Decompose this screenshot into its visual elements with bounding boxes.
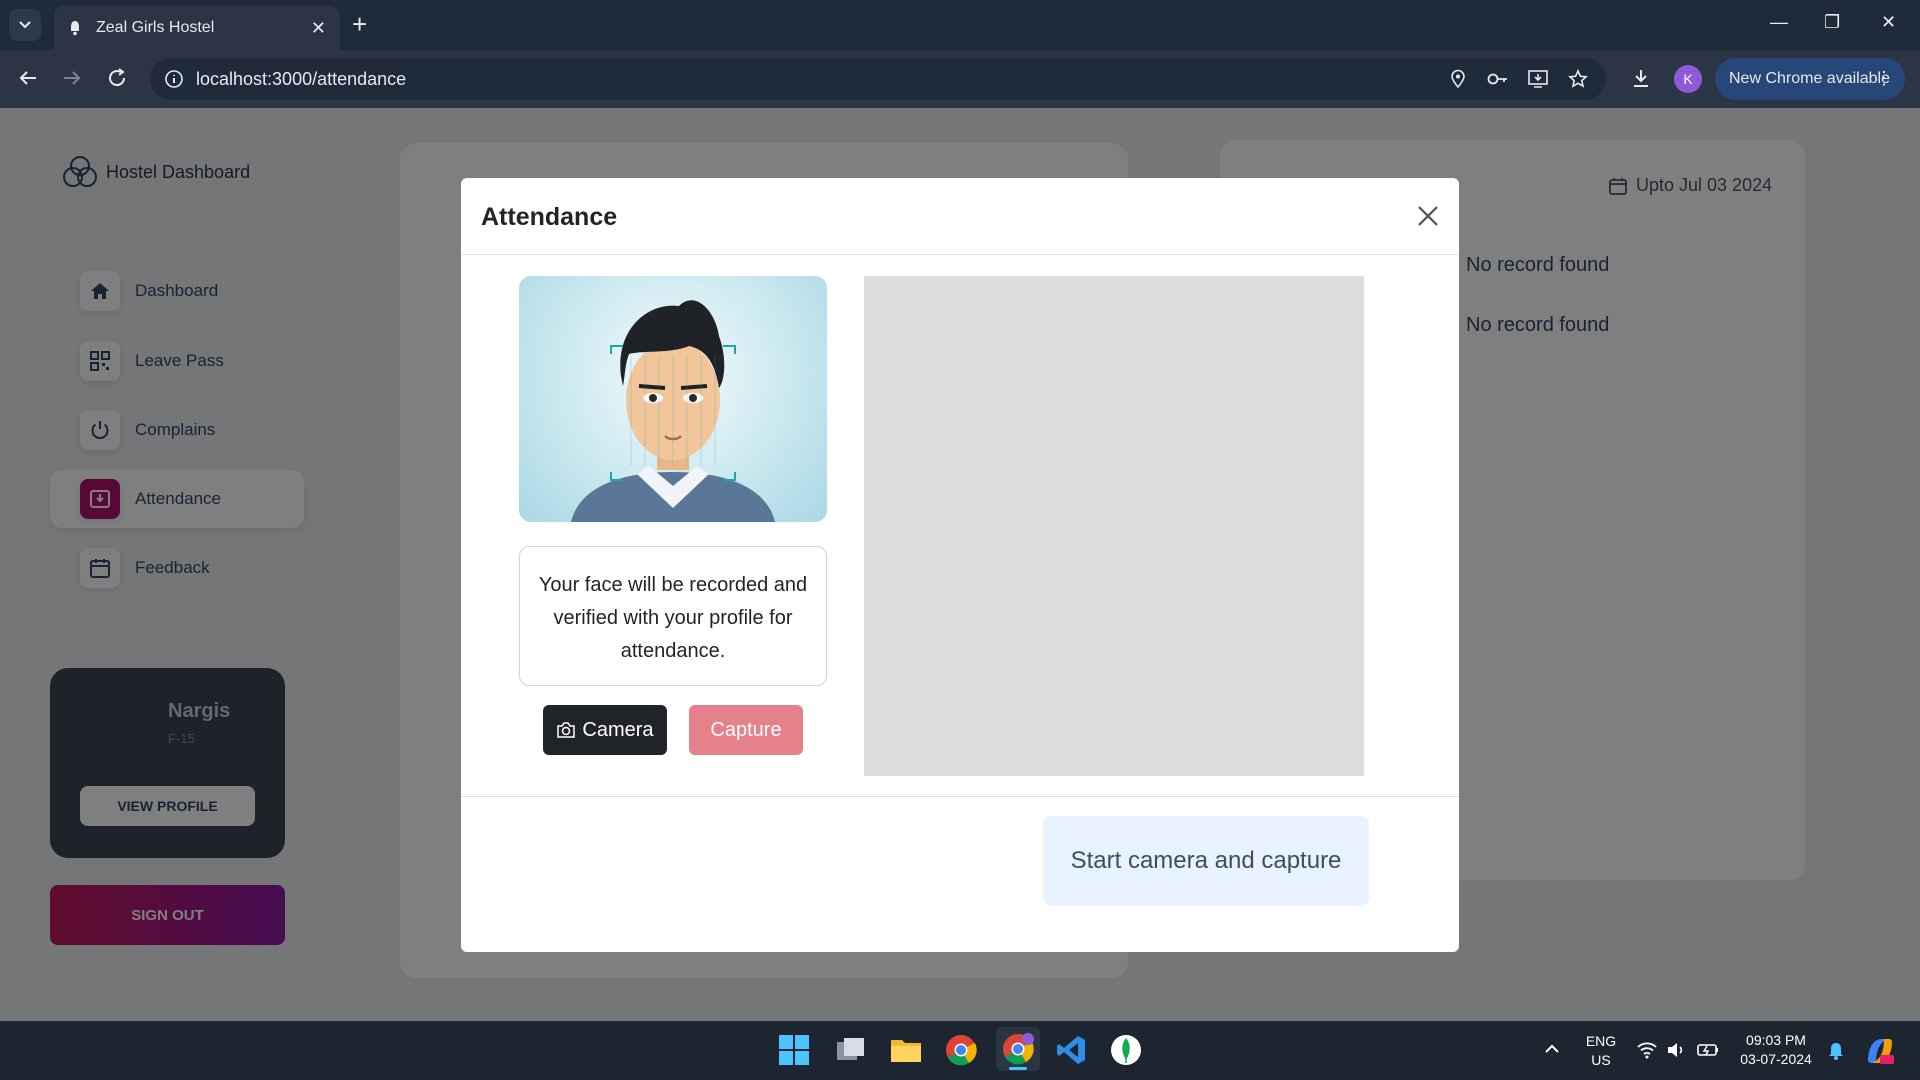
copilot-icon[interactable]: [1864, 1035, 1896, 1067]
wifi-icon[interactable]: [1636, 1041, 1658, 1059]
tab-title: Zeal Girls Hostel: [96, 19, 215, 36]
language-indicator[interactable]: ENG US: [1580, 1032, 1622, 1070]
modal-header: Attendance: [461, 178, 1459, 255]
browser-toolbar: localhost:3000/attendance K New Chrome a…: [0, 50, 1920, 108]
address-bar[interactable]: localhost:3000/attendance: [150, 58, 1606, 100]
back-arrow-icon[interactable]: [16, 66, 40, 90]
new-tab-button[interactable]: +: [352, 10, 367, 38]
start-camera-capture-button[interactable]: Start camera and capture: [1043, 816, 1369, 906]
modal-title: Attendance: [481, 203, 618, 231]
bookmark-star-icon[interactable]: [1568, 69, 1588, 89]
downloads-icon[interactable]: [1630, 67, 1652, 89]
tab-search-button[interactable]: [9, 9, 41, 41]
chrome-icon[interactable]: [945, 1034, 977, 1066]
restore-button[interactable]: ❐: [1824, 12, 1840, 33]
battery-icon[interactable]: [1696, 1041, 1720, 1059]
install-app-icon[interactable]: [1527, 69, 1549, 89]
notification-bell-icon[interactable]: [1826, 1041, 1846, 1061]
face-record-note: Your face will be recorded and verified …: [519, 546, 827, 686]
active-app-indicator: [1009, 1067, 1027, 1070]
clock-date: 03-07-2024: [1740, 1051, 1812, 1067]
close-window-button[interactable]: ✕: [1881, 12, 1896, 33]
camera-button[interactable]: Camera: [543, 705, 667, 755]
chevron-up-icon[interactable]: [1544, 1043, 1560, 1055]
capture-button[interactable]: Capture: [689, 705, 803, 755]
chrome-profile-avatar[interactable]: K: [1674, 65, 1702, 93]
chrome-profile-icon: [1003, 1033, 1034, 1065]
windows-start-icon[interactable]: [778, 1034, 810, 1066]
language-bottom: US: [1591, 1052, 1611, 1068]
face-recognition-illustration: [519, 276, 827, 522]
favicon-icon: [71, 21, 79, 36]
camera-button-label: Camera: [582, 718, 654, 741]
update-label: New Chrome available: [1729, 70, 1890, 87]
browser-tab-bar: Zeal Girls Hostel ✕ + — ❐ ✕: [0, 0, 1920, 50]
language-top: ENG: [1585, 1033, 1617, 1049]
forward-arrow-icon[interactable]: [60, 66, 84, 90]
close-icon[interactable]: [1415, 203, 1441, 229]
new-chrome-available-button[interactable]: New Chrome available ⋮: [1715, 58, 1905, 100]
kebab-menu-icon[interactable]: ⋮: [1875, 68, 1893, 89]
taskbar: ENG US 09:03 PM 03-07-2024: [0, 1021, 1920, 1080]
location-pin-icon[interactable]: [1448, 69, 1468, 89]
camera-icon: [557, 722, 576, 738]
url-text[interactable]: localhost:3000/attendance: [196, 69, 406, 90]
reload-icon[interactable]: [105, 66, 129, 90]
task-view-icon[interactable]: [835, 1034, 867, 1066]
chrome-profile-app-button[interactable]: [996, 1027, 1040, 1071]
minimize-button[interactable]: —: [1770, 12, 1788, 33]
chevron-down-icon: [19, 21, 31, 29]
browser-tab[interactable]: Zeal Girls Hostel ✕: [54, 6, 340, 50]
tab-close-icon[interactable]: ✕: [311, 18, 326, 39]
clock[interactable]: 09:03 PM 03-07-2024: [1734, 1031, 1818, 1069]
clock-time: 09:03 PM: [1746, 1032, 1806, 1048]
vscode-icon[interactable]: [1055, 1034, 1087, 1066]
password-key-icon[interactable]: [1486, 69, 1510, 89]
modal-footer-divider: [461, 796, 1459, 797]
speaker-icon[interactable]: [1666, 1041, 1688, 1059]
mongodb-icon[interactable]: [1110, 1034, 1142, 1066]
file-explorer-icon[interactable]: [889, 1034, 923, 1066]
camera-preview: [864, 276, 1364, 776]
attendance-modal: Attendance Your face will be recorded an…: [461, 178, 1459, 952]
site-info-icon[interactable]: [164, 69, 184, 89]
